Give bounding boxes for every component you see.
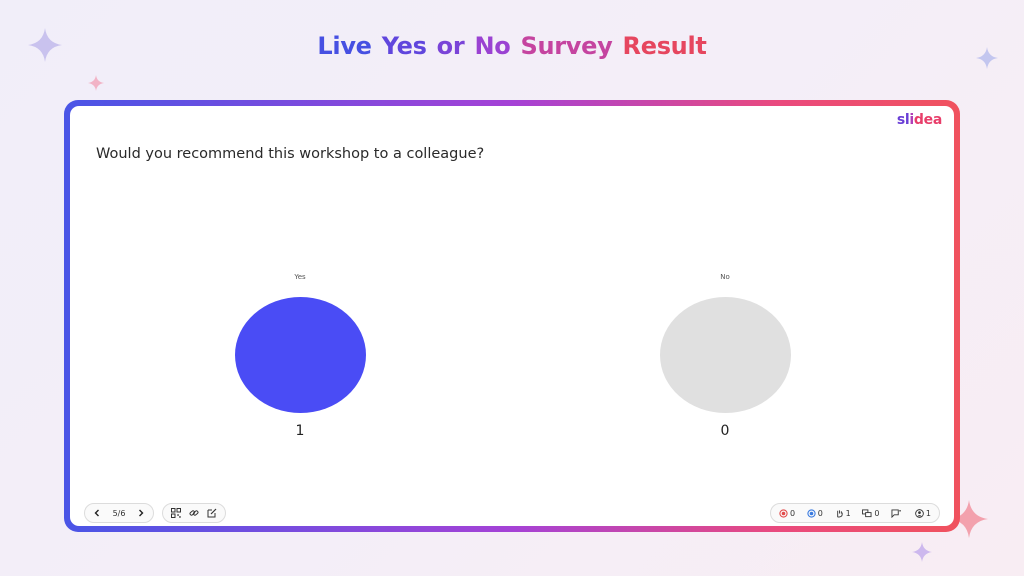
slide-navigation: 5/6 [84,503,154,523]
blue-reactions-count: 0 [817,508,823,518]
title-word: Result [622,32,707,60]
vote-circle-yes [234,297,366,413]
participant-icon [915,508,924,518]
participants-count: 1 [925,508,931,518]
comment-icon [891,508,902,518]
questions[interactable]: 0 [862,509,879,518]
prev-slide-button[interactable] [93,509,101,517]
question-text: Would you recommend this workshop to a c… [96,146,485,162]
qr-code-icon [171,508,181,518]
option-count: 1 [295,423,305,439]
option-label: Yes [294,273,306,281]
title-word: No [474,32,511,60]
comments[interactable] [891,508,903,518]
chat-bubbles-icon [862,508,872,517]
red-reactions-count: 0 [790,508,796,518]
title-word: or [436,32,465,60]
title-word: Live [317,32,372,60]
raised-hands-count: 1 [845,508,851,518]
audience-stats-bar: 0 0 1 0 1 [770,503,940,523]
option-yes: Yes 1 [200,273,400,439]
page-title: Live Yes or No Survey Result [0,32,1024,60]
next-slide-button[interactable] [137,509,145,517]
edit-button[interactable] [207,508,217,518]
sparkle-icon [88,75,104,91]
questions-count: 0 [874,508,880,518]
chevron-right-icon [139,509,144,517]
participants[interactable]: 1 [915,509,931,518]
brand-logo: slidea [896,112,942,128]
title-word: Yes [381,32,427,60]
link-button[interactable] [189,508,199,518]
heart-reaction-icon [779,508,788,518]
option-label: No [720,273,730,281]
hand-icon [836,509,843,518]
qr-code-button[interactable] [171,508,181,518]
red-reactions[interactable]: 0 [779,509,795,518]
raised-hands[interactable]: 1 [835,509,851,518]
option-no: No 0 [625,273,825,439]
chevron-left-icon [94,509,99,517]
sparkle-icon [912,542,932,562]
vote-circle-no [659,297,791,413]
tools-bar [162,503,226,523]
edit-icon [207,508,217,518]
slide-screen: slidea Would you recommend this workshop… [70,106,954,526]
title-word: Survey [520,32,613,60]
option-count: 0 [720,423,730,439]
presentation-frame: slidea Would you recommend this workshop… [64,100,960,532]
page-indicator: 5/6 [112,508,126,518]
like-reaction-icon [807,508,816,518]
link-icon [189,510,199,516]
blue-reactions[interactable]: 0 [807,509,823,518]
